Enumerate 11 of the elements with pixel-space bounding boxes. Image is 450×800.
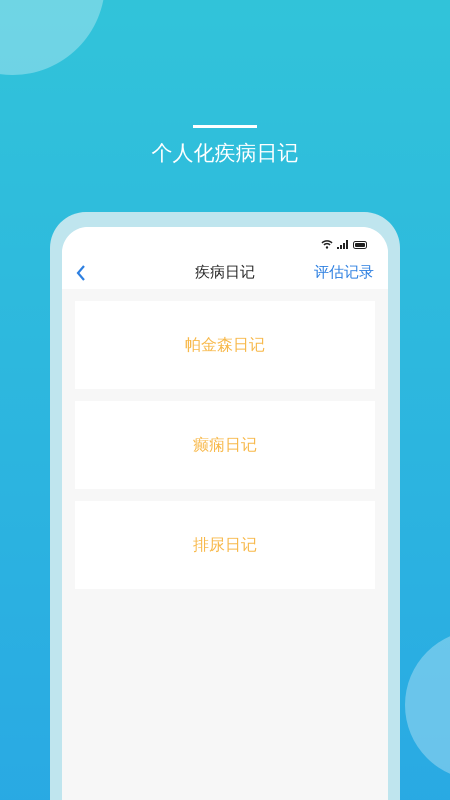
headline: 个人化疾病日记 [152, 140, 298, 167]
evaluation-records-link[interactable]: 评估记录 [304, 261, 374, 284]
wifi-icon [321, 240, 333, 249]
diary-card[interactable]: 帕金森日记 [75, 300, 375, 388]
signal-icon [337, 240, 349, 249]
diary-card[interactable]: 癫痫日记 [75, 400, 375, 488]
battery-icon [353, 240, 368, 248]
headline-rule [193, 125, 257, 128]
back-icon [76, 264, 86, 282]
page-title: 疾病日记 [195, 262, 255, 284]
diary-card[interactable]: 排尿日记 [75, 500, 375, 588]
